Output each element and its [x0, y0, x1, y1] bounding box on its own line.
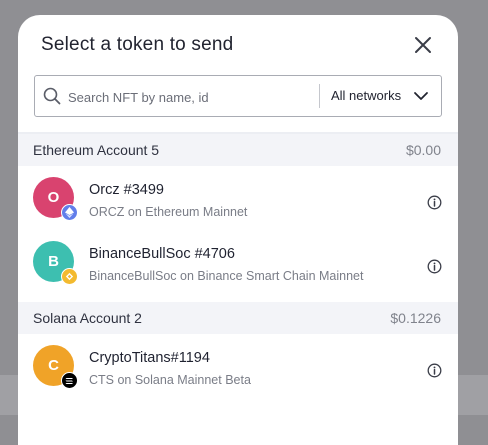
search-icon — [43, 87, 61, 105]
avatar-initial: B — [48, 253, 59, 270]
account-name: Ethereum Account 5 — [33, 142, 160, 158]
account-header: Ethereum Account 5 $0.00 — [18, 134, 458, 166]
nft-list-item[interactable]: B BinanceBullSoc #4706 BinanceBullSoc on… — [18, 230, 458, 294]
nft-subtitle: BinanceBullSoc on Binance Smart Chain Ma… — [89, 269, 364, 283]
info-icon[interactable] — [427, 195, 442, 210]
modal-title: Select a token to send — [41, 34, 234, 55]
search-divider — [319, 84, 320, 108]
info-icon[interactable] — [427, 259, 442, 274]
account-balance: $0.1226 — [390, 310, 441, 326]
nft-list-item[interactable]: C CryptoTitans#1194 CTS on Solana Mainne… — [18, 334, 458, 398]
avatar-initial: C — [48, 357, 59, 374]
account-header: Solana Account 2 $0.1226 — [18, 302, 458, 334]
nft-subtitle: ORCZ on Ethereum Mainnet — [89, 205, 248, 219]
avatar-initial: O — [47, 189, 60, 206]
account-balance: $0.00 — [405, 142, 441, 158]
search-input[interactable] — [66, 82, 320, 112]
network-dropdown-label: All networks — [331, 88, 402, 103]
ethereum-icon — [61, 204, 78, 221]
solana-icon — [61, 372, 78, 389]
nft-name: CryptoTitans#1194 — [89, 350, 210, 366]
nft-subtitle: CTS on Solana Mainnet Beta — [89, 373, 251, 387]
nft-list-item[interactable]: O Orcz #3499 ORCZ on Ethereum Mainnet — [18, 166, 458, 230]
account-name: Solana Account 2 — [33, 310, 142, 326]
close-button[interactable] — [412, 34, 434, 56]
info-icon[interactable] — [427, 363, 442, 378]
modal-header: Select a token to send — [18, 15, 458, 75]
chevron-down-icon — [414, 92, 428, 100]
binance-icon — [61, 268, 78, 285]
send-token-modal: Select a token to send All networks Ethe… — [18, 15, 458, 445]
nft-name: BinanceBullSoc #4706 — [89, 246, 235, 262]
nft-name: Orcz #3499 — [89, 182, 164, 198]
network-dropdown[interactable]: All networks — [330, 76, 440, 116]
close-icon — [415, 37, 431, 53]
search-bar: All networks — [34, 75, 442, 117]
